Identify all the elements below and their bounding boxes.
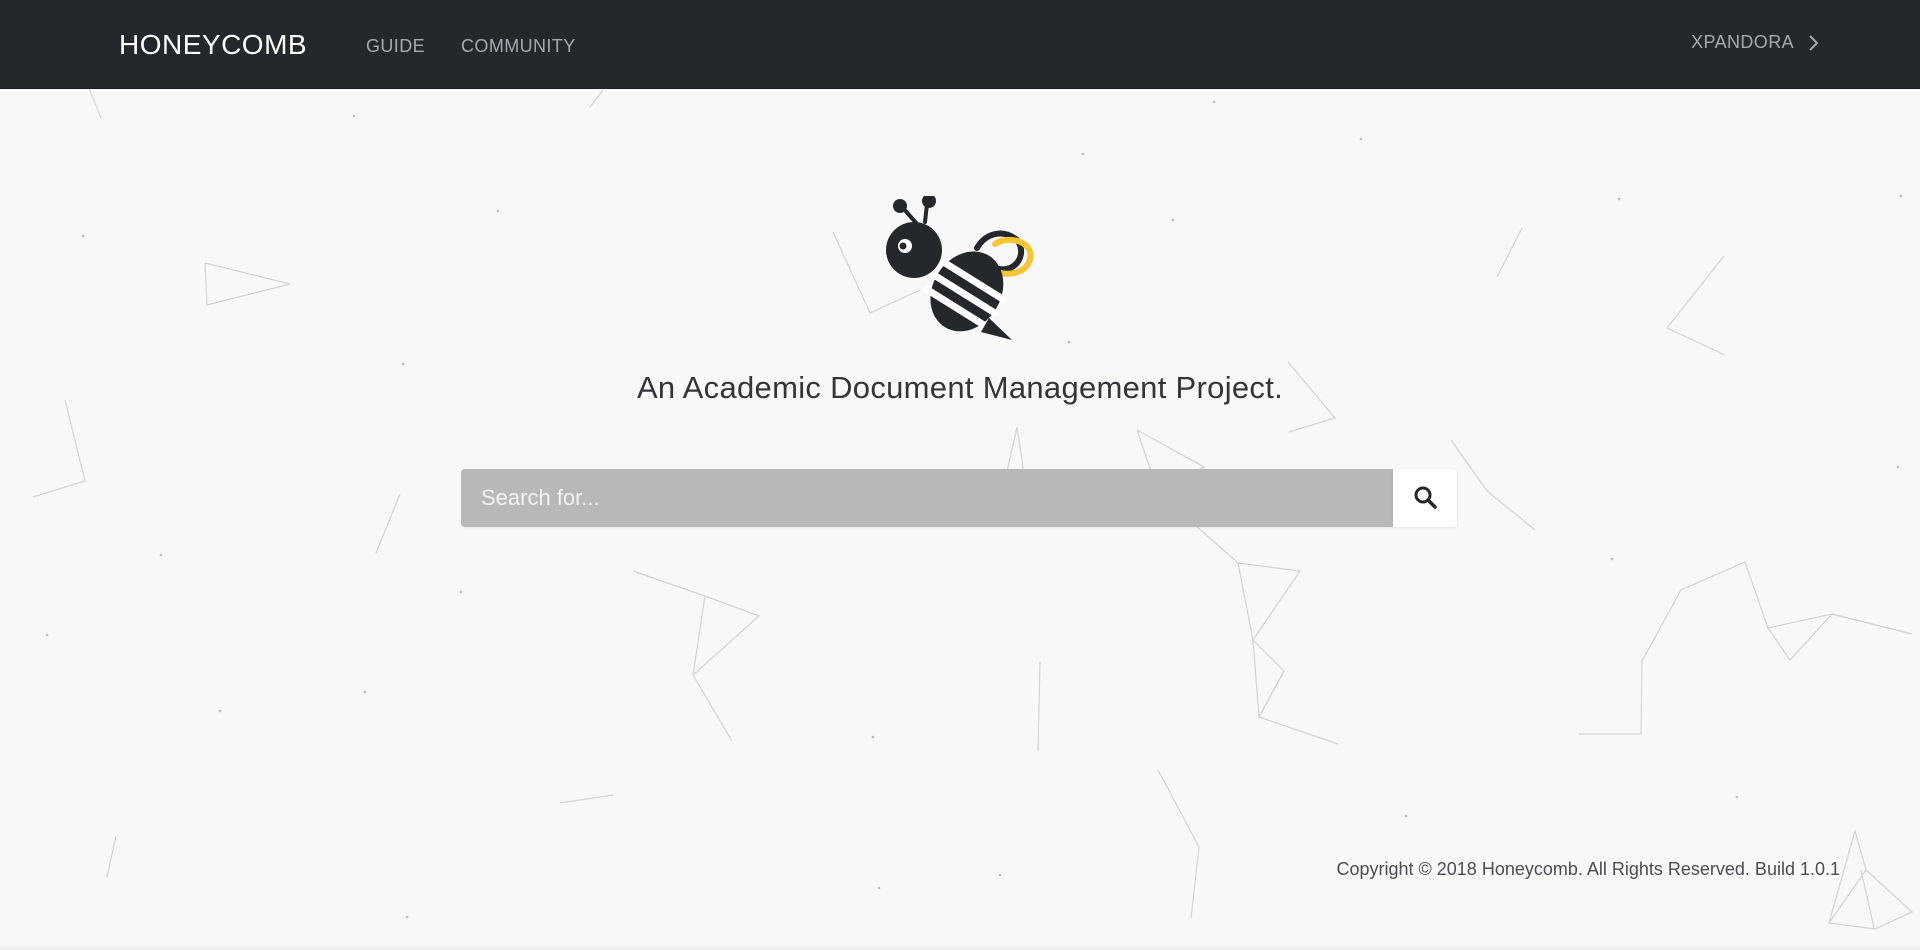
chevron-right-icon [1808,34,1820,52]
search-icon [1413,485,1437,512]
search-input[interactable] [461,469,1393,527]
copyright-footer: Copyright © 2018 Honeycomb. All Rights R… [1336,859,1840,879]
bee-icon [877,194,1037,346]
bottom-divider [0,946,1920,950]
user-menu[interactable]: XPANDORA [1691,32,1820,53]
top-navbar: HONEYCOMB GUIDE COMMUNITY XPANDORA [0,0,1920,89]
nav-link-community[interactable]: COMMUNITY [461,36,576,57]
nav-link-guide[interactable]: GUIDE [366,36,425,57]
page: HONEYCOMB GUIDE COMMUNITY XPANDORA An Ac… [0,0,1920,950]
nav-links: GUIDE COMMUNITY [366,36,576,57]
search-bar [461,469,1457,527]
brand-logo-link[interactable]: HONEYCOMB [119,29,307,61]
username-label: XPANDORA [1691,32,1794,52]
search-button[interactable] [1393,469,1457,527]
page-tagline: An Academic Document Management Project. [636,370,1284,405]
